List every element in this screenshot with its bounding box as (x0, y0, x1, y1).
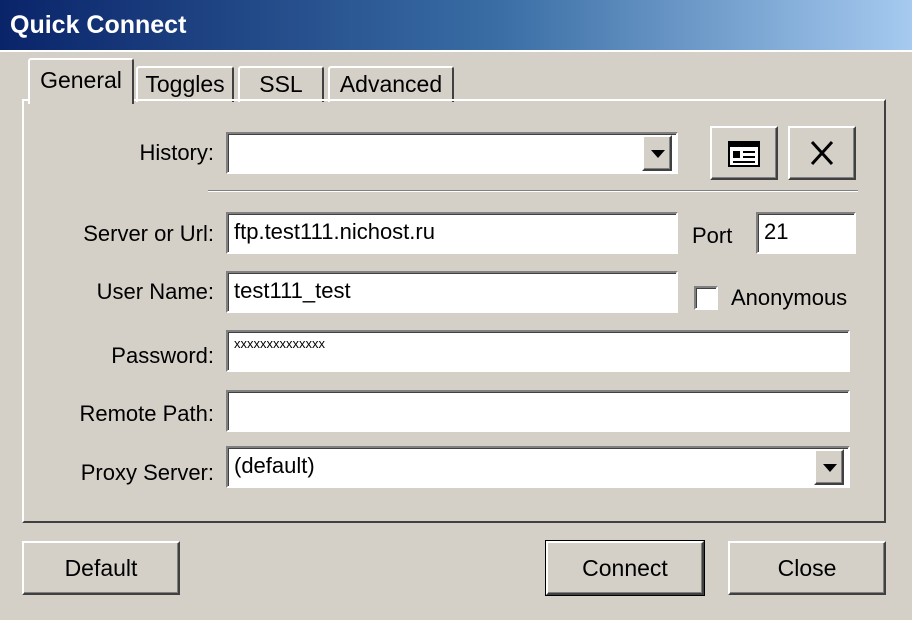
user-name-input[interactable]: test111_test (226, 271, 678, 313)
history-delete-button[interactable] (788, 126, 856, 180)
history-dropdown-button[interactable] (642, 135, 672, 171)
remote-path-label: Remote Path: (79, 401, 214, 426)
password-label: Password: (111, 343, 214, 368)
user-name-label: User Name: (96, 279, 214, 304)
proxy-server-label: Proxy Server: (80, 460, 214, 485)
remote-path-input[interactable] (226, 390, 850, 432)
server-input[interactable]: ftp.test111.nichost.ru (226, 212, 678, 254)
address-book-icon (728, 141, 760, 167)
history-label: History: (139, 140, 214, 165)
proxy-dropdown-button[interactable] (814, 449, 844, 485)
close-icon (810, 140, 834, 166)
history-manage-button[interactable] (710, 126, 778, 180)
anonymous-label[interactable]: Anonymous (731, 285, 847, 311)
server-label: Server or Url: (83, 221, 214, 246)
chevron-down-icon (651, 150, 665, 158)
password-input[interactable]: xxxxxxxxxxxxxx (226, 330, 850, 372)
port-input[interactable]: 21 (756, 212, 856, 254)
proxy-server-select[interactable]: (default) (226, 446, 850, 488)
port-label: Port (692, 223, 733, 248)
separator (208, 190, 858, 192)
tab-toggles[interactable]: Toggles (136, 66, 234, 102)
window-title: Quick Connect (10, 11, 187, 39)
connect-button[interactable]: Connect (545, 540, 705, 596)
title-bar[interactable]: Quick Connect (0, 0, 912, 52)
tab-advanced[interactable]: Advanced (328, 66, 454, 102)
history-combobox[interactable] (226, 132, 678, 174)
close-button[interactable]: Close (728, 541, 886, 595)
chevron-down-icon (823, 464, 837, 472)
default-button[interactable]: Default (22, 541, 180, 595)
anonymous-checkbox[interactable] (694, 286, 718, 310)
tab-general[interactable]: General (28, 58, 134, 104)
tab-ssl[interactable]: SSL (238, 66, 324, 102)
proxy-server-value: (default) (234, 453, 315, 478)
